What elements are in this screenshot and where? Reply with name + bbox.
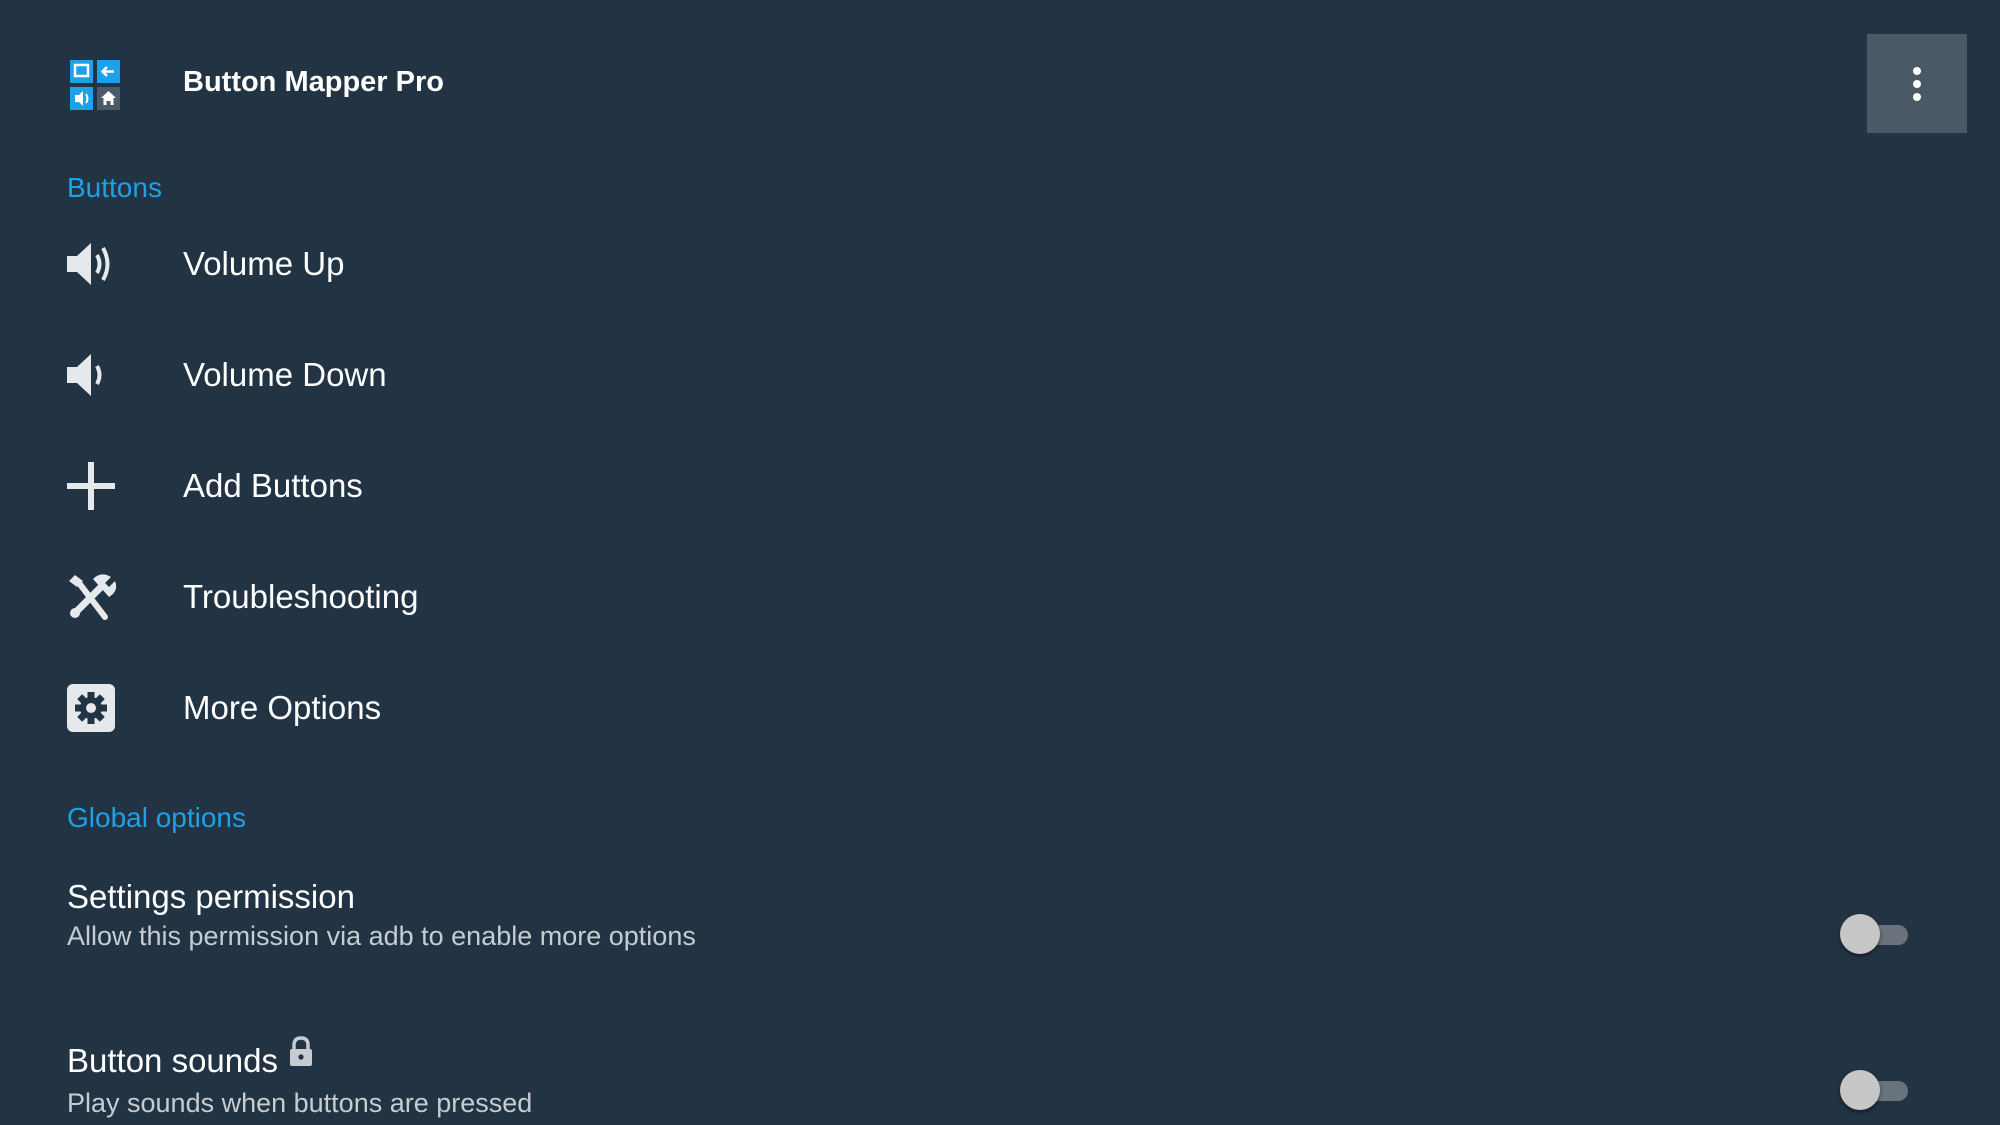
- button-mapper-app-icon: [70, 60, 120, 110]
- volume-up-icon: [65, 238, 117, 290]
- overflow-menu-button[interactable]: [1867, 34, 1967, 133]
- settings-permission-toggle[interactable]: [1840, 912, 1912, 956]
- button-item-label: Add Buttons: [183, 467, 363, 504]
- pref-title: Settings permission: [67, 878, 355, 915]
- more-vert-icon: [1913, 66, 1921, 101]
- pref-summary: Play sounds when buttons are pressed: [67, 1092, 533, 1118]
- app-title: Button Mapper Pro: [183, 66, 444, 98]
- pref-summary-clipped: Play sounds when buttons are pressed: [0, 1092, 2000, 1125]
- tools-icon: [65, 571, 117, 623]
- lock-icon: [288, 1036, 314, 1076]
- button-item-label: Volume Up: [183, 245, 345, 282]
- volume-down-icon: [65, 349, 117, 401]
- button-item-volume-down[interactable]: Volume Down: [0, 319, 1840, 429]
- button-item-add-buttons[interactable]: Add Buttons: [0, 430, 1840, 540]
- section-header-buttons: Buttons: [67, 172, 162, 203]
- button-item-more-options[interactable]: More Options: [0, 652, 1840, 762]
- plus-icon: [65, 460, 117, 512]
- pref-summary: Allow this permission via adb to enable …: [67, 921, 696, 951]
- pref-title-text: Button sounds: [67, 1042, 278, 1079]
- pref-title: Button sounds: [67, 1036, 314, 1080]
- pref-settings-permission[interactable]: Settings permission Allow this permissio…: [0, 870, 2000, 1000]
- button-item-label: Volume Down: [183, 356, 387, 393]
- gear-icon: [65, 682, 117, 734]
- button-item-volume-up[interactable]: Volume Up: [0, 208, 1840, 318]
- section-header-global-options: Global options: [67, 802, 247, 833]
- button-item-label: Troubleshooting: [183, 578, 419, 615]
- toggle-thumb: [1840, 914, 1880, 954]
- button-item-troubleshooting[interactable]: Troubleshooting: [0, 541, 1840, 651]
- button-item-label: More Options: [183, 689, 382, 726]
